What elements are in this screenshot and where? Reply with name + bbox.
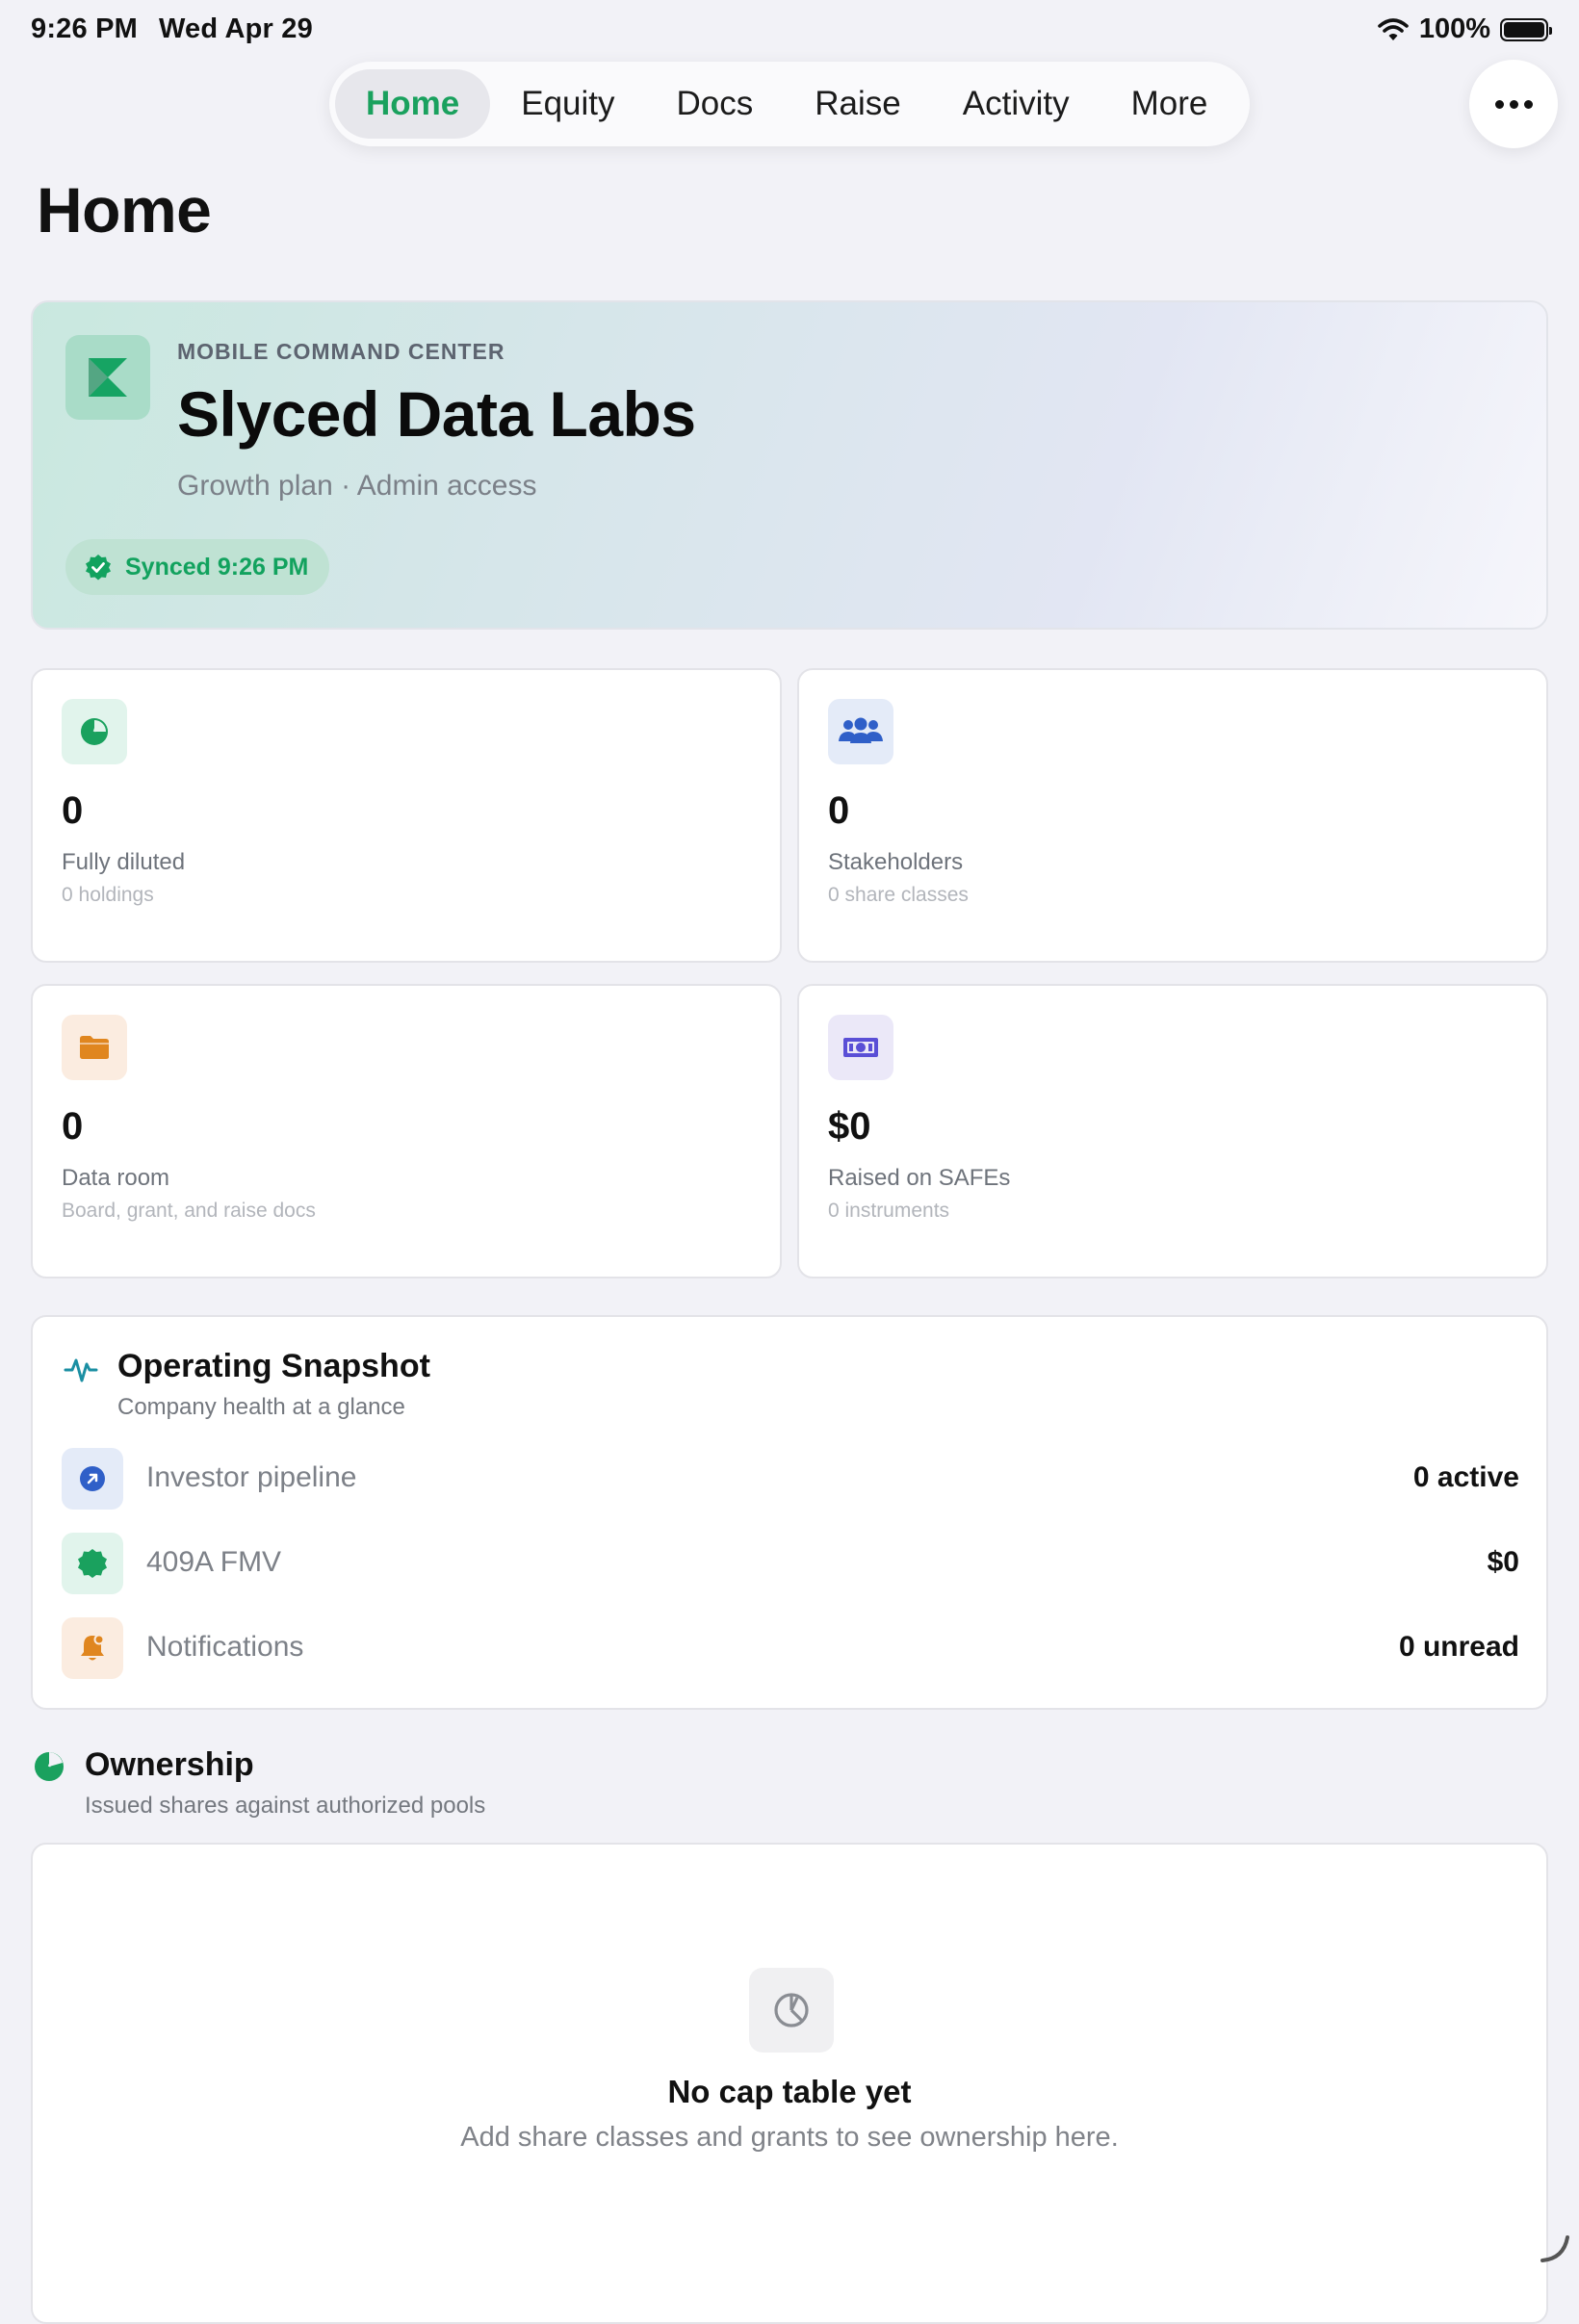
arrow-up-right-circle-icon [62,1448,123,1510]
snapshot-row-label: Notifications [146,1631,304,1663]
snapshot-row-notifications[interactable]: Notifications 0 unread [62,1617,1519,1679]
hero-eyebrow: MOBILE COMMAND CENTER [177,339,505,364]
pie-chart-icon [62,699,127,764]
stat-card-data-room[interactable]: 0 Data room Board, grant, and raise docs [31,984,782,1278]
banknote-icon [828,1015,893,1080]
stat-value: 0 [828,789,850,832]
status-bar-right: 100% [1377,13,1552,45]
company-plan: Growth plan · Admin access [177,470,537,502]
sync-status-badge: Synced 9:26 PM [65,539,330,595]
ownership-subtitle: Issued shares against authorized pools [85,1793,486,1819]
seal-badge-icon [62,1533,123,1594]
stat-value: 0 [62,789,84,832]
ellipsis-icon [1494,99,1533,109]
tab-more[interactable]: More [1100,69,1239,139]
tab-equity[interactable]: Equity [490,69,645,139]
folder-icon [62,1015,127,1080]
bell-icon [62,1617,123,1679]
stat-card-stakeholders[interactable]: 0 Stakeholders 0 share classes [797,668,1548,963]
stat-label: Raised on SAFEs [828,1165,1011,1191]
empty-cap-table-icon [749,1968,834,2053]
logo-mark-icon [89,358,127,397]
ownership-card: No cap table yet Add share classes and g… [31,1843,1548,2324]
status-time: 9:26 PM [31,13,138,44]
battery-icon [1500,17,1552,41]
stat-label: Stakeholders [828,849,964,875]
stat-value: 0 [62,1105,84,1148]
tab-activity[interactable]: Activity [932,69,1100,139]
page-title: Home [37,174,212,245]
empty-state-title: No cap table yet [667,2074,912,2109]
top-nav: Home Equity Docs Raise Activity More [329,62,1250,146]
snapshot-row-value: $0 [1487,1546,1519,1578]
status-bar-left: 9:26 PM Wed Apr 29 [31,13,313,45]
more-options-button[interactable] [1469,60,1558,148]
operating-snapshot-card: Operating Snapshot Company health at a g… [31,1315,1548,1710]
tab-home[interactable]: Home [335,69,491,139]
verified-check-icon [86,555,111,581]
tab-docs[interactable]: Docs [646,69,785,139]
stat-sub: 0 share classes [828,884,969,906]
wifi-icon [1378,17,1409,40]
snapshot-row-value: 0 unread [1398,1631,1519,1663]
stat-sub: 0 instruments [828,1200,950,1222]
empty-state-subtitle: Add share classes and grants to see owne… [460,2122,1119,2153]
company-name: Slyced Data Labs [177,378,696,450]
sync-status-text: Synced 9:26 PM [125,553,309,581]
company-hero-card: MOBILE COMMAND CENTER Slyced Data Labs G… [31,300,1548,630]
tab-raise[interactable]: Raise [784,69,931,139]
pulse-icon [64,1358,98,1382]
stat-card-fully-diluted[interactable]: 0 Fully diluted 0 holdings [31,668,782,963]
stat-sub: Board, grant, and raise docs [62,1200,316,1222]
people-icon [828,699,893,764]
stat-value: $0 [828,1105,871,1148]
stat-label: Fully diluted [62,849,186,875]
status-date: Wed Apr 29 [159,13,313,44]
snapshot-row-investor-pipeline[interactable]: Investor pipeline 0 active [62,1448,1519,1510]
stat-sub: 0 holdings [62,884,154,906]
stat-label: Data room [62,1165,170,1191]
battery-percent: 100% [1418,13,1490,44]
ownership-pie-icon [35,1752,64,1781]
ownership-title: Ownership [85,1746,254,1783]
company-logo [65,335,150,420]
stat-card-raised-on-safes[interactable]: $0 Raised on SAFEs 0 instruments [797,984,1548,1278]
snapshot-row-label: 409A FMV [146,1546,282,1578]
snapshot-row-409a-fmv[interactable]: 409A FMV $0 [62,1533,1519,1594]
resize-handle-icon[interactable] [1539,2232,1571,2264]
snapshot-title: Operating Snapshot [117,1348,430,1384]
snapshot-row-value: 0 active [1412,1461,1519,1493]
snapshot-row-label: Investor pipeline [146,1461,357,1493]
snapshot-subtitle: Company health at a glance [117,1394,405,1420]
